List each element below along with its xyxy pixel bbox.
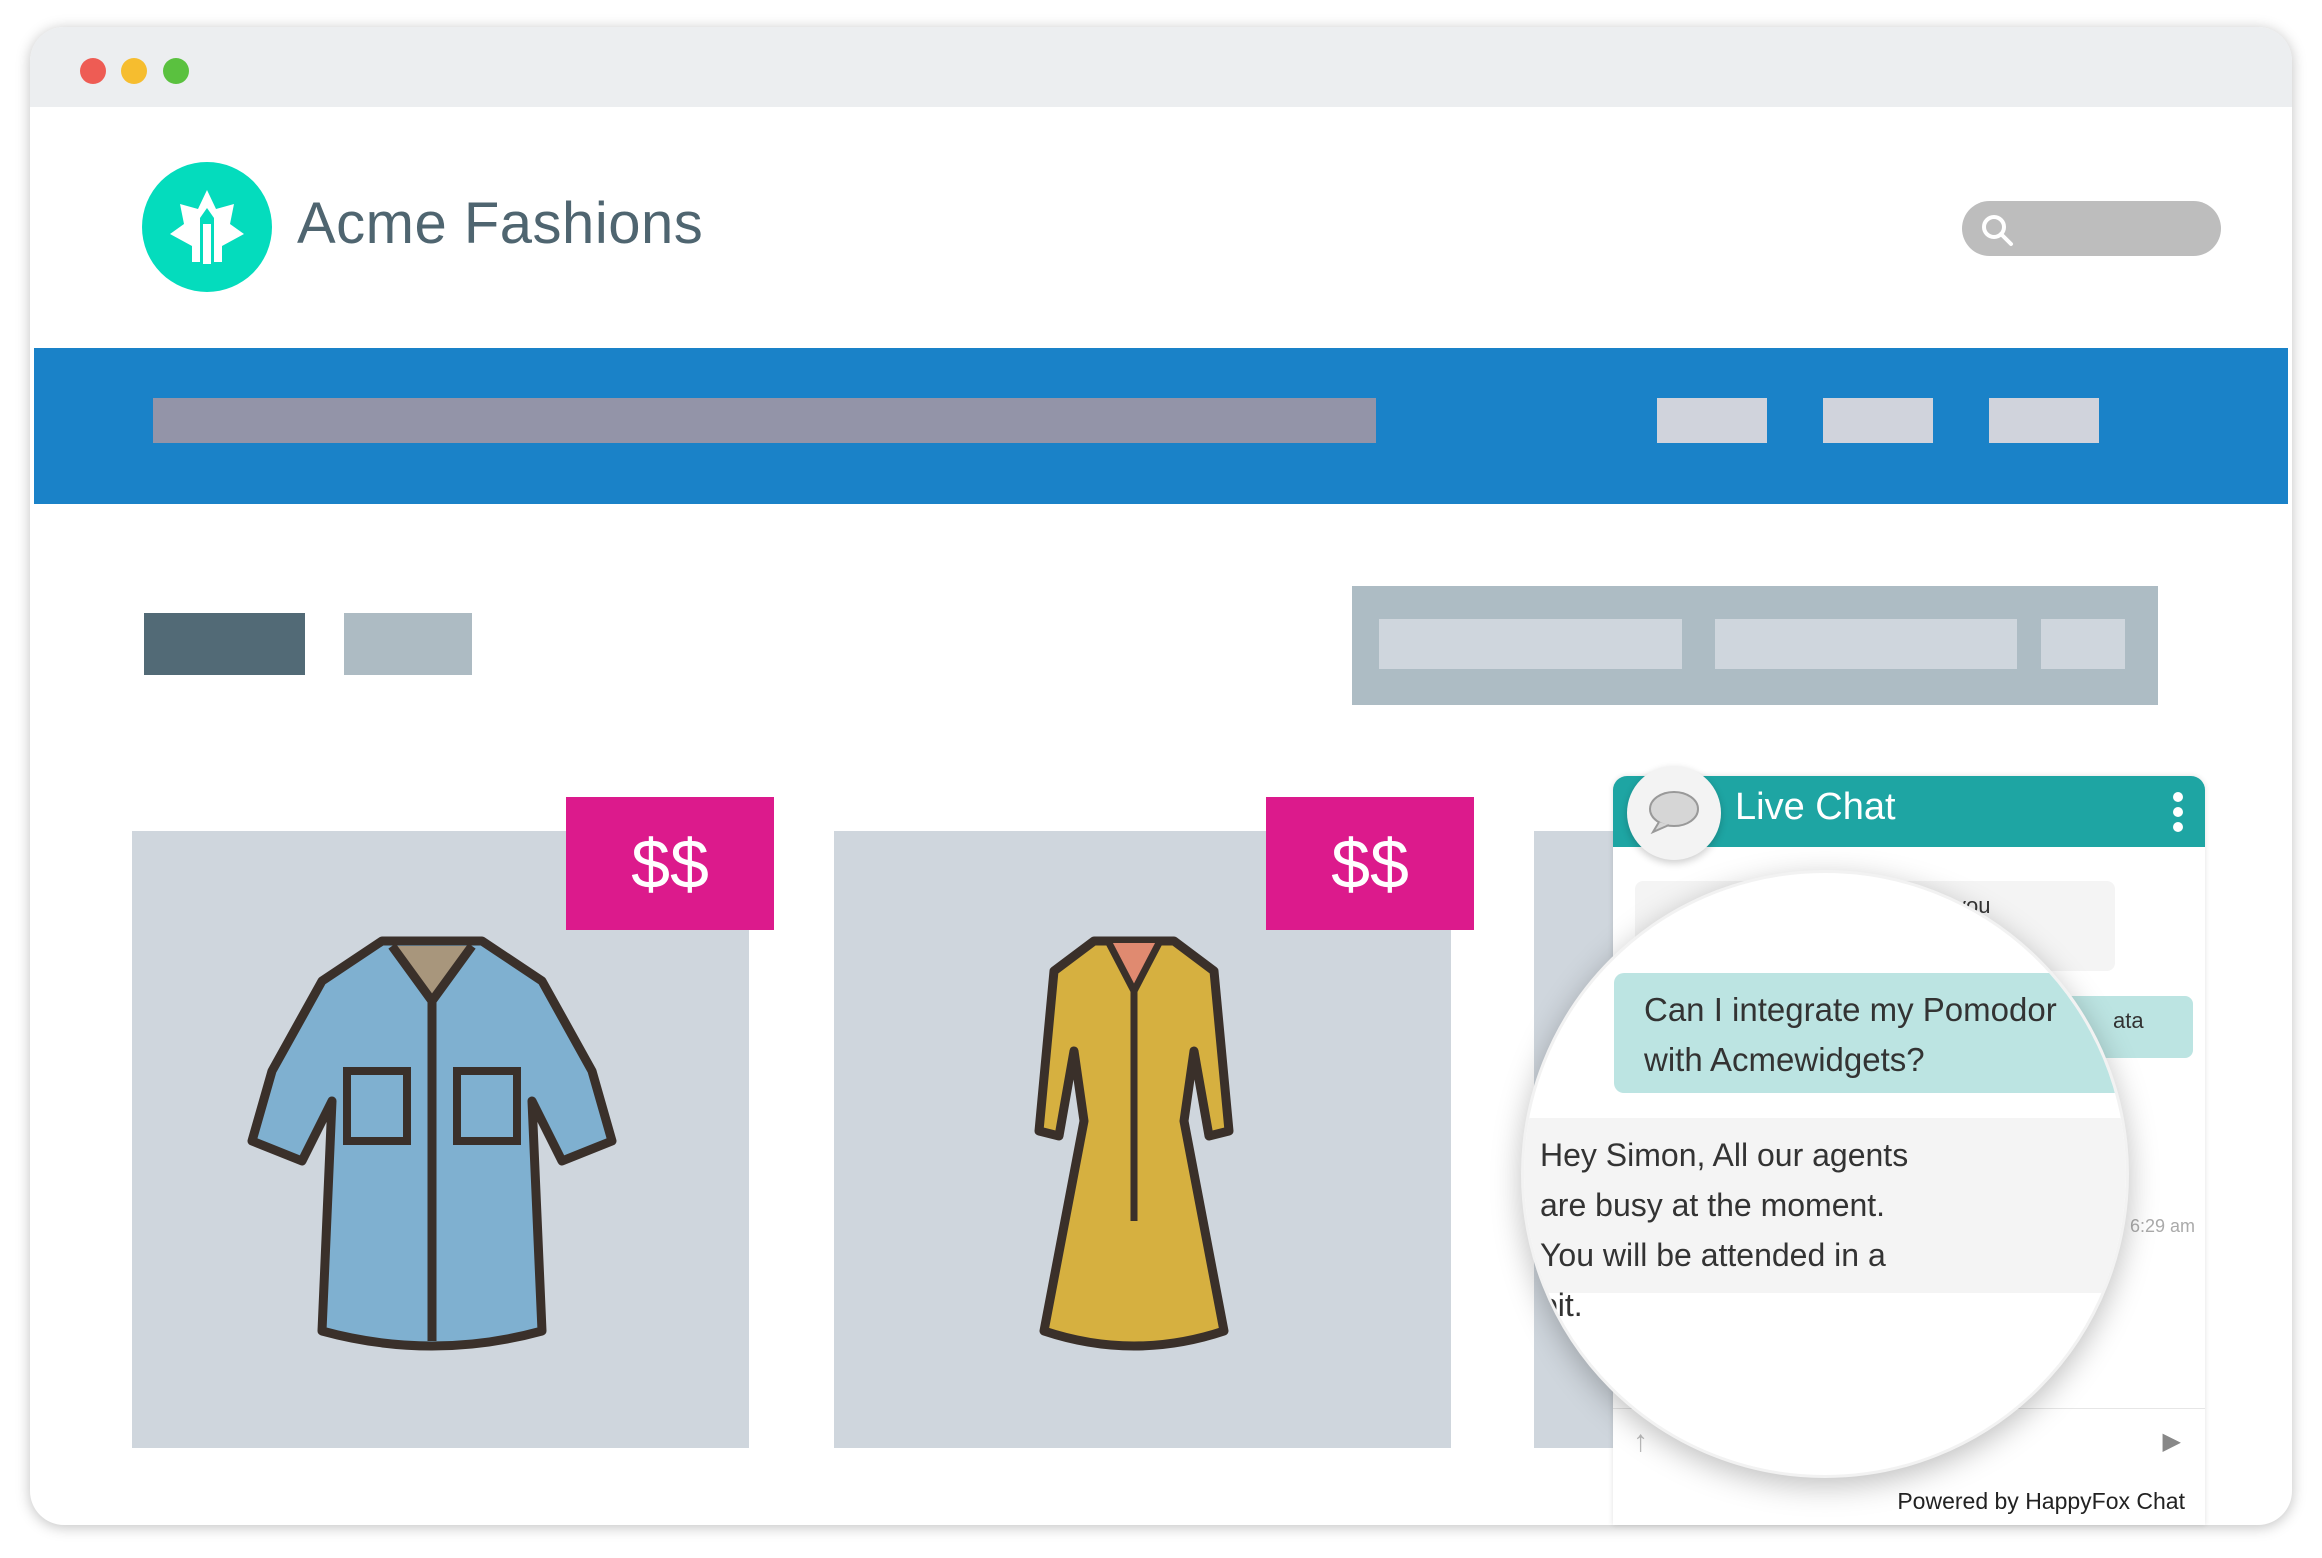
filter-button[interactable]	[344, 613, 472, 675]
nav-button-3[interactable]	[1989, 398, 2099, 443]
magnified-user-message: Can I integrate my Pomodor with Acmewidg…	[1614, 973, 2126, 1093]
brand-name: Acme Fashions	[297, 191, 704, 256]
filter-button-active[interactable]	[144, 613, 305, 675]
dress-icon	[1034, 936, 1234, 1351]
close-window-button[interactable]	[80, 58, 106, 84]
chat-title: Live Chat	[1735, 786, 1896, 828]
nav-button-2[interactable]	[1823, 398, 1933, 443]
title-bar	[30, 27, 2292, 107]
toolbar-panel	[1352, 586, 2158, 705]
message-timestamp: 6:29 am	[2129, 1216, 2195, 1236]
powered-by[interactable]: Powered by HappyFox Chat	[1897, 1488, 2185, 1515]
toolbar-field-2[interactable]	[1715, 619, 2017, 669]
price-tag: $$	[1266, 797, 1474, 930]
search-icon	[1982, 215, 2013, 246]
send-icon[interactable]: ▶	[2163, 1427, 2181, 1456]
magnifier-lens: Can I integrate my Pomodor with Acmewidg…	[1521, 870, 2129, 1478]
shirt-icon	[247, 936, 617, 1351]
price-tag: $$	[566, 797, 774, 930]
attach-upload-icon[interactable]: ↑	[1633, 1425, 1648, 1459]
chat-bubble-icon	[1627, 766, 1721, 860]
toolbar-field-1[interactable]	[1379, 619, 1682, 669]
more-options-icon[interactable]	[2173, 792, 2183, 832]
magnified-agent-message: Hey Simon, All our agents are busy at th…	[1524, 1118, 2126, 1323]
agent-message-text: Hey Simon, All our agents are busy at th…	[1540, 1137, 1909, 1323]
maximize-window-button[interactable]	[163, 58, 189, 84]
nav-placeholder-bar	[153, 398, 1376, 443]
brand-logo-icon[interactable]	[142, 162, 272, 292]
minimize-window-button[interactable]	[121, 58, 147, 84]
user-message-line-1: Can I integrate my Pomodor	[1644, 991, 2057, 1028]
nav-button-1[interactable]	[1657, 398, 1767, 443]
user-message-line-2: with Acmewidgets?	[1644, 1041, 1925, 1078]
toolbar-button[interactable]	[2041, 619, 2125, 669]
search-input[interactable]	[1962, 201, 2221, 256]
